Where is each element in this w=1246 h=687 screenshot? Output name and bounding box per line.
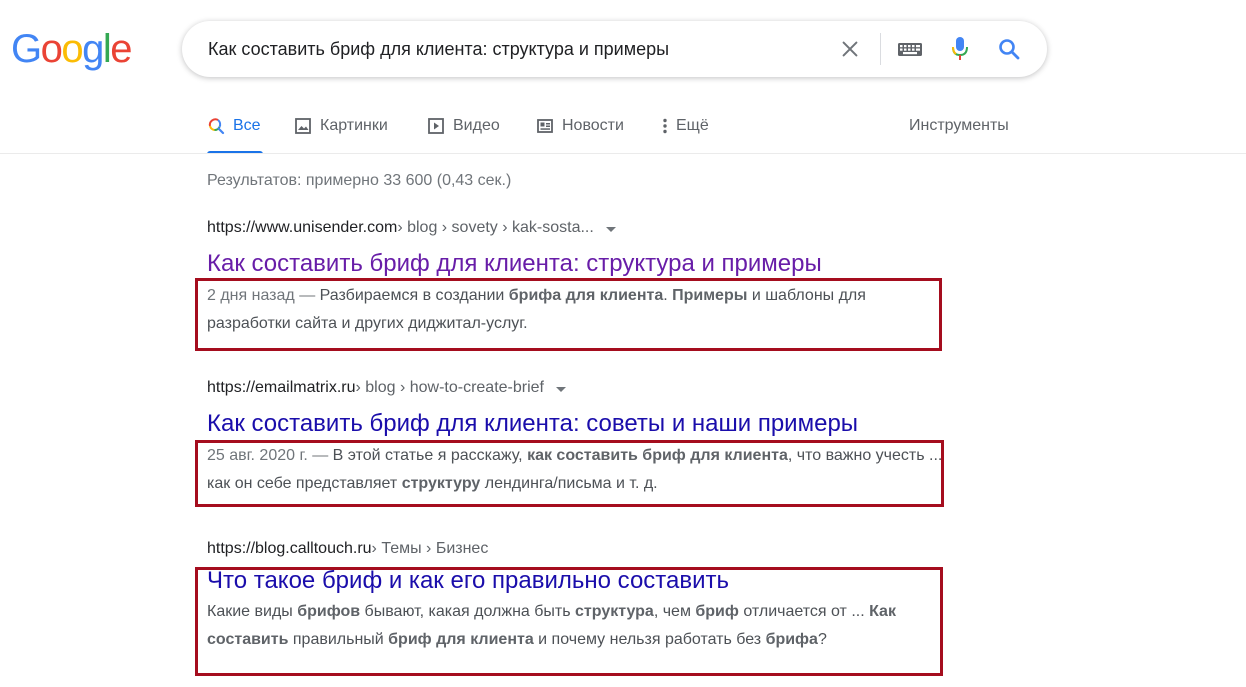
result-url[interactable]: https://www.unisender.com › blog › sovet… [207, 217, 947, 239]
tab-news[interactable]: Новости [536, 114, 624, 154]
logo-letter: e [110, 27, 132, 71]
tab-more[interactable]: Ещё [662, 114, 709, 154]
more-vert-icon [662, 117, 668, 135]
image-icon [294, 117, 312, 135]
close-icon[interactable] [836, 35, 864, 63]
microphone-icon[interactable] [946, 35, 974, 63]
tab-label: Видео [453, 117, 500, 134]
search-divider [880, 33, 881, 65]
result-site: https://www.unisender.com [207, 219, 398, 236]
result-path: › Темы › Бизнес [371, 540, 489, 557]
result-site: https://emailmatrix.ru [207, 379, 356, 396]
result-title[interactable]: Как составить бриф для клиента: советы и… [207, 409, 947, 439]
result-path: › blog › how-to-create-brief [355, 379, 544, 396]
tab-all[interactable]: Все [207, 114, 263, 154]
result-stats: Результатов: примерно 33 600 (0,43 сек.) [207, 172, 512, 189]
tab-label: Все [233, 117, 261, 134]
highlight-box [195, 567, 943, 676]
result-url[interactable]: https://emailmatrix.ru › blog › how-to-c… [207, 377, 947, 399]
logo-letter: o [40, 27, 63, 71]
video-icon [427, 117, 445, 135]
news-icon [536, 117, 554, 135]
tools-button[interactable]: Инструменты [909, 114, 1009, 138]
result-title[interactable]: Как составить бриф для клиента: структур… [207, 249, 947, 279]
tab-video[interactable]: Видео [427, 114, 500, 154]
google-logo[interactable]: Google [11, 27, 132, 71]
search-icon [207, 117, 225, 135]
result-path: › blog › sovety › kak-sosta... [397, 219, 594, 236]
tab-images[interactable]: Картинки [294, 114, 388, 154]
tab-label: Картинки [320, 117, 388, 134]
highlight-box [195, 278, 942, 351]
result-url[interactable]: https://blog.calltouch.ru › Темы › Бизне… [207, 538, 947, 560]
search-input[interactable] [208, 37, 828, 61]
chevron-down-icon[interactable] [556, 386, 566, 392]
logo-letter: l [102, 27, 112, 71]
search-box[interactable] [182, 21, 1047, 77]
logo-letter: o [61, 27, 83, 71]
search-icon[interactable] [995, 35, 1023, 63]
tab-label: Ещё [676, 117, 709, 134]
logo-letter: g [82, 27, 104, 71]
keyboard-icon[interactable] [896, 35, 924, 63]
highlight-box [195, 440, 944, 507]
result-site: https://blog.calltouch.ru [207, 540, 372, 557]
logo-letter: G [11, 27, 42, 71]
header-divider [0, 153, 1246, 154]
chevron-down-icon[interactable] [605, 226, 616, 232]
tab-label: Новости [562, 117, 624, 134]
